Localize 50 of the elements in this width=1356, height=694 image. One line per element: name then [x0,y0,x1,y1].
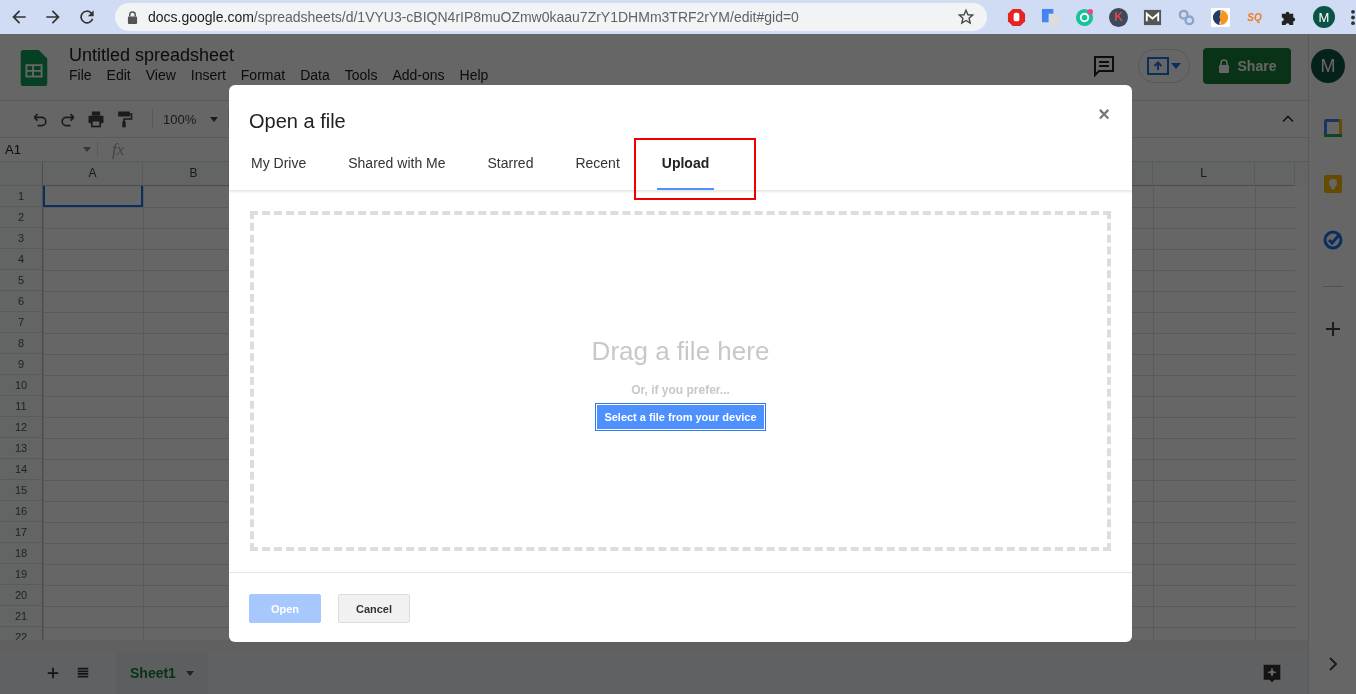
extension-icon[interactable]: SQ [1245,7,1264,27]
menu-item[interactable]: Help [459,67,489,83]
row-header[interactable]: 10 [0,375,43,396]
row-header[interactable]: 20 [0,585,43,606]
row-header[interactable]: 12 [0,417,43,438]
row-header[interactable]: 6 [0,291,43,312]
row-header[interactable]: 1 [0,186,43,207]
account-avatar[interactable]: M [1311,49,1345,83]
row-header[interactable]: 15 [0,480,43,501]
dialog-tab[interactable]: Starred [482,138,539,190]
close-button[interactable]: × [1096,103,1112,124]
menu-item[interactable]: Data [300,67,330,83]
menu-item[interactable]: Tools [344,67,378,83]
share-button[interactable]: Share [1203,48,1291,84]
column-header[interactable]: A [43,162,143,186]
cancel-button[interactable]: Cancel [338,594,410,623]
menu-item[interactable]: File [69,67,92,83]
menu-item[interactable]: Insert [190,67,226,83]
row-header[interactable]: 11 [0,396,43,417]
row-header[interactable]: 7 [0,312,43,333]
profile-avatar[interactable]: M [1313,6,1335,28]
document-title[interactable]: Untitled spreadsheet [69,44,489,66]
cell-reference[interactable]: A1 [0,142,98,157]
dialog-tab[interactable]: My Drive [246,138,312,190]
row-header[interactable]: 5 [0,270,43,291]
dialog-tab[interactable]: Upload [656,138,715,190]
row-header[interactable]: 9 [0,354,43,375]
row-header[interactable]: 14 [0,459,43,480]
row-header[interactable]: 16 [0,501,43,522]
row-header[interactable]: 17 [0,522,43,543]
dialog-title: Open a file [249,110,346,133]
dialog-tab[interactable]: Recent [570,138,625,190]
row-header[interactable]: 2 [0,207,43,228]
menu-item[interactable]: Edit [106,67,131,83]
zoom-select[interactable]: 100% [163,111,219,127]
column-header[interactable]: L [1153,162,1255,186]
row-header[interactable]: 3 [0,228,43,249]
row-header[interactable]: 4 [0,249,43,270]
row-header[interactable]: 8 [0,333,43,354]
extension-icon[interactable]: K [1109,7,1128,27]
row-header[interactable]: 13 [0,438,43,459]
dialog-tab[interactable]: Shared with Me [343,138,451,190]
select-file-button[interactable]: Select a file from your device [595,402,766,431]
row-header[interactable]: 18 [0,543,43,564]
row-header[interactable]: 21 [0,606,43,627]
row-header[interactable]: 19 [0,564,43,585]
menu-item[interactable]: View [145,67,176,83]
menu-item[interactable]: Add-ons [392,67,445,83]
address-bar[interactable]: docs.google.com/spreadsheets/d/1VYU3-cBIQN4rIP8muOZmw0kaau7ZrY1DHMm3TRF2rYM/edit#gid=0 [115,3,987,31]
menu-item[interactable]: Format [240,67,286,83]
